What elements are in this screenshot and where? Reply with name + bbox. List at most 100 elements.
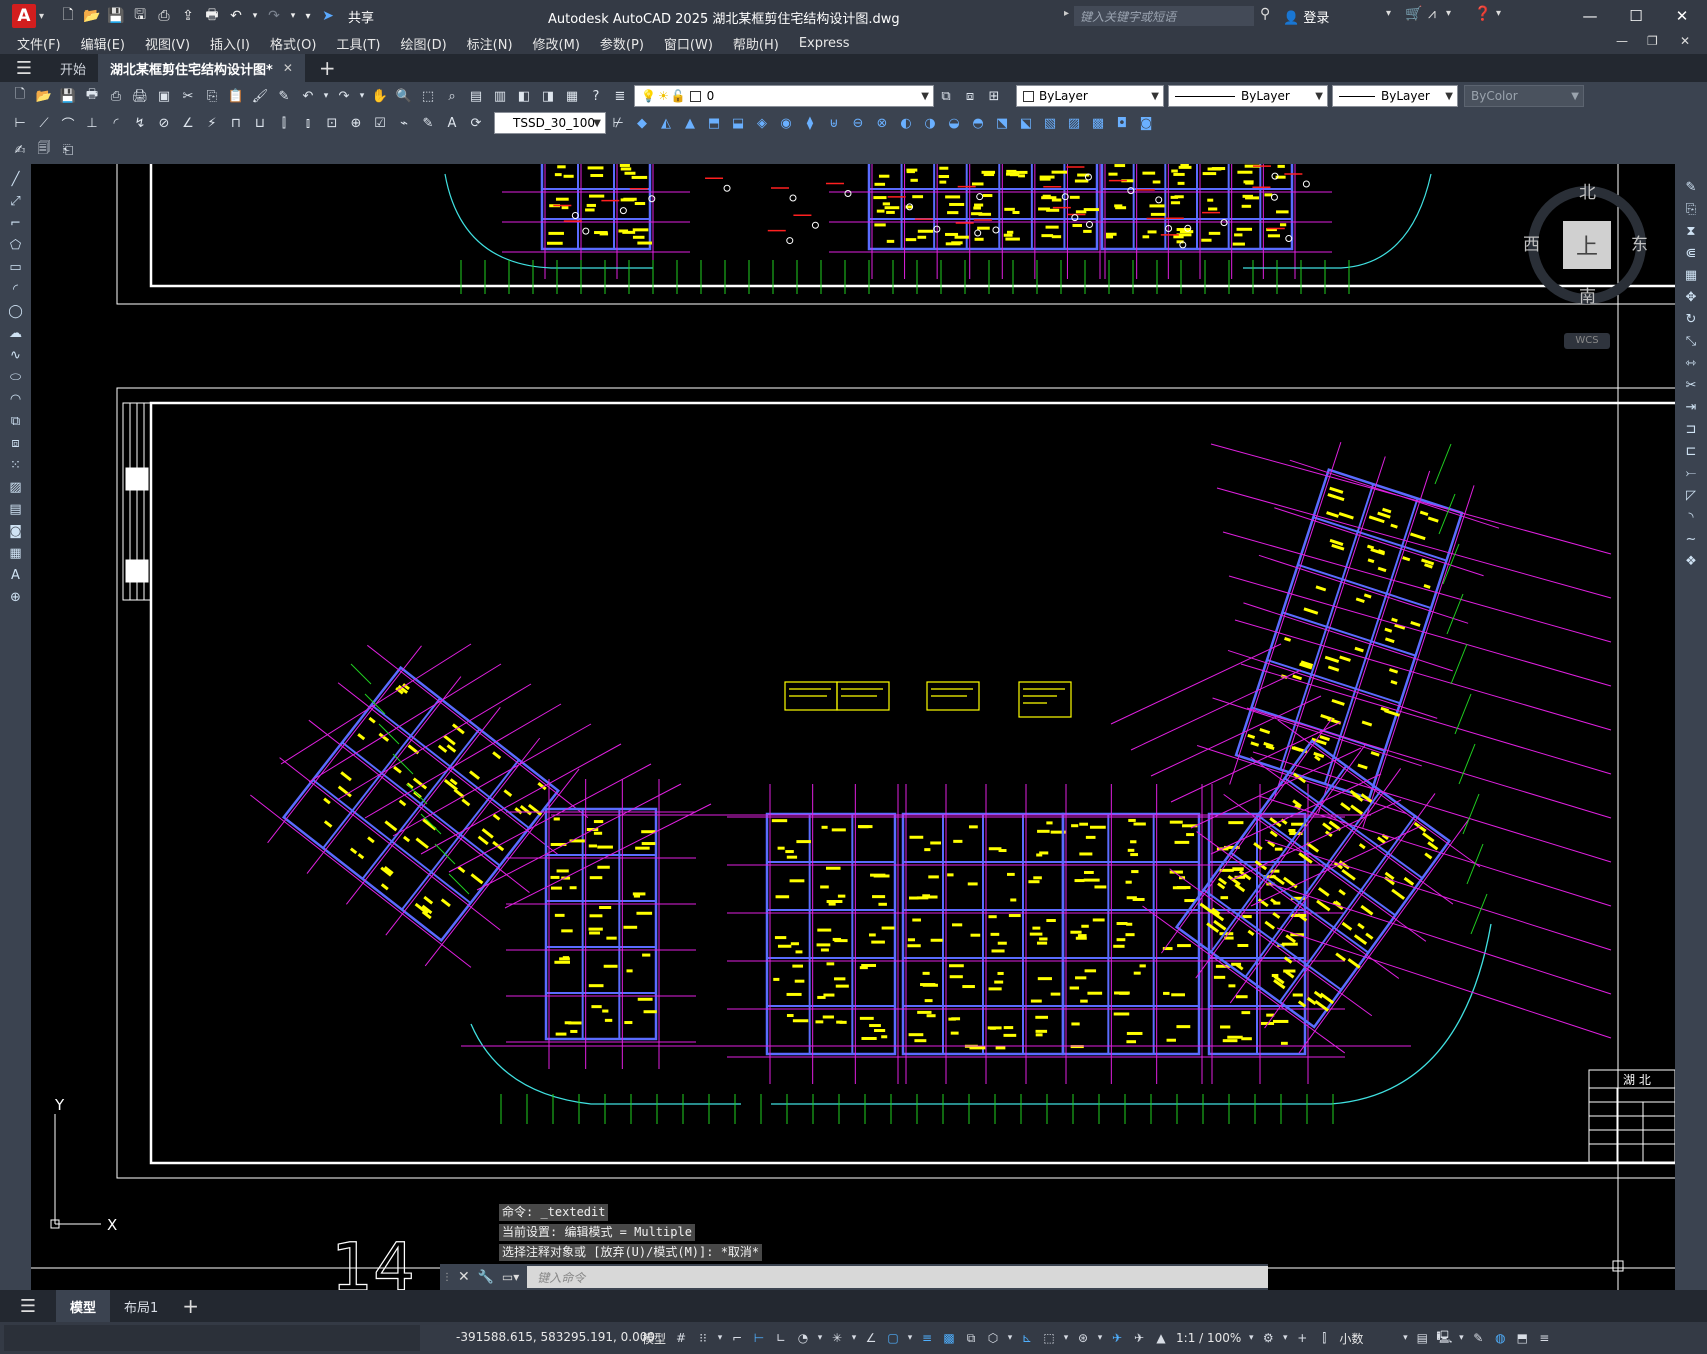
zoom-realtime-icon[interactable]: 🔍	[393, 85, 415, 107]
help-dropdown-icon[interactable]: ▾	[1496, 8, 1501, 19]
diameter-dimension-icon[interactable]: ⊘	[153, 112, 175, 134]
aligned-dimension-icon[interactable]: ⟋	[33, 112, 55, 134]
autocad-app-menu-button[interactable]: A	[12, 4, 36, 28]
thicken-icon[interactable]: ⬔	[991, 112, 1013, 134]
menu-tools[interactable]: 工具(T)	[326, 34, 390, 53]
layer-dropdown[interactable]: 💡 ☀ 🔓 0 ▼	[634, 85, 934, 107]
mirror-icon[interactable]: ⧗	[1680, 220, 1702, 242]
annotation-monitor-icon[interactable]: +	[1291, 1327, 1313, 1349]
recent-commands-icon[interactable]: ▭▾	[502, 1270, 519, 1284]
surface-blend-icon[interactable]: ◘	[1111, 112, 1133, 134]
polyline-icon[interactable]: ⌐	[5, 212, 27, 234]
extend-icon[interactable]: ⇥	[1680, 396, 1702, 418]
arc-length-icon[interactable]: ⌒	[57, 112, 79, 134]
gizmo-icon[interactable]: ⊛	[1072, 1327, 1094, 1349]
command-line-grip[interactable]: ⋮	[442, 1272, 452, 1283]
erase-icon[interactable]: ✎	[1680, 176, 1702, 198]
rotate-icon[interactable]: ↻	[1680, 308, 1702, 330]
cart-icon[interactable]: 🛒	[1405, 6, 1422, 22]
workspace-gear-icon[interactable]: ⚙	[1257, 1327, 1279, 1349]
center-mark-icon[interactable]: ⊕	[345, 112, 367, 134]
web-save-icon[interactable]: ⎙	[154, 6, 174, 26]
add-selected-icon[interactable]: ⊕	[5, 586, 27, 608]
new-icon[interactable]: 🗋	[9, 85, 31, 107]
selection-cycling-icon[interactable]: ⧉	[960, 1327, 982, 1349]
viewcube-top-face[interactable]: 上	[1563, 221, 1611, 269]
login-dropdown-icon[interactable]: ▾	[1386, 8, 1391, 19]
color-dropdown[interactable]: ByLayer ▼	[1016, 85, 1164, 107]
auto-scale-icon[interactable]: ✈	[1128, 1327, 1150, 1349]
break-icon[interactable]: ⊏	[1680, 440, 1702, 462]
new-tab-icon[interactable]: +	[319, 56, 336, 80]
viewcube-west[interactable]: 西	[1523, 230, 1540, 255]
copy-icon[interactable]: ⎘	[201, 85, 223, 107]
ellipse-icon[interactable]: ⬭	[5, 366, 27, 388]
open-icon[interactable]: 📂	[33, 85, 55, 107]
check-icon[interactable]: ▩	[1087, 112, 1109, 134]
calculator-icon[interactable]: ▦	[561, 85, 583, 107]
dynamic-ucs-icon[interactable]: ⊾	[1016, 1327, 1038, 1349]
customize-qat-icon[interactable]: ▾	[302, 6, 314, 26]
tab-close-icon[interactable]: ✕	[283, 61, 293, 75]
copy-object-icon[interactable]: ⎘	[1680, 198, 1702, 220]
drawing-canvas[interactable]: 湖 北 Y X 14 上 北 南 东 西 WCS	[31, 164, 1675, 1290]
rectangle-icon[interactable]: ▭	[5, 256, 27, 278]
redo-dropdown-icon[interactable]: ▾	[357, 85, 367, 107]
export-pdf-icon[interactable]: ⇪	[178, 6, 198, 26]
menu-insert[interactable]: 插入(I)	[200, 34, 260, 53]
menu-parametric[interactable]: 参数(P)	[590, 34, 654, 53]
save-as-icon[interactable]: 🖫	[130, 6, 150, 26]
blend-curves-icon[interactable]: ∼	[1680, 528, 1702, 550]
region-icon[interactable]: ◙	[5, 520, 27, 542]
extrude-icon[interactable]: ⬒	[703, 112, 725, 134]
dimension-update-icon[interactable]: ⟳	[465, 112, 487, 134]
radius-dimension-icon[interactable]: ◜	[105, 112, 127, 134]
spline-icon[interactable]: ∿	[5, 344, 27, 366]
tab-layout1[interactable]: 布局1	[110, 1290, 172, 1322]
share-icon[interactable]: ➤	[318, 6, 338, 26]
tool-palettes-icon[interactable]: ◧	[513, 85, 535, 107]
break-at-point-icon[interactable]: ⊐	[1680, 418, 1702, 440]
doc-minimize-icon[interactable]: —	[1616, 34, 1628, 48]
stretch-icon[interactable]: ⇿	[1680, 352, 1702, 374]
scale-dropdown-icon[interactable]: ▾	[1245, 1327, 1257, 1349]
dimension-style-icon[interactable]: ⊬	[607, 112, 629, 134]
pan-icon[interactable]: ✋	[369, 85, 391, 107]
viewcube-east[interactable]: 东	[1631, 230, 1648, 255]
login-button[interactable]: 👤 登录	[1283, 7, 1329, 26]
viewcube[interactable]: 上 北 南 东 西	[1523, 183, 1648, 307]
circle-icon[interactable]: ◯	[5, 300, 27, 322]
paste-icon[interactable]: 📋	[225, 85, 247, 107]
snap-icon[interactable]: ⁝⁝	[692, 1327, 714, 1349]
zoom-window-icon[interactable]: ⬚	[417, 85, 439, 107]
isolate-objects-icon[interactable]: ✎	[1467, 1327, 1489, 1349]
help-icon[interactable]: ?	[585, 85, 607, 107]
undo-icon[interactable]: ↶	[297, 85, 319, 107]
cut-icon[interactable]: ✂	[177, 85, 199, 107]
design-center-icon[interactable]: ▥	[489, 85, 511, 107]
cad-drawing[interactable]: 湖 北 Y X 14	[31, 164, 1675, 1290]
selection-filter-icon[interactable]: ⬚	[1038, 1327, 1060, 1349]
baseline-dimension-icon[interactable]: ⊓	[225, 112, 247, 134]
tab-drawing[interactable]: 湖北某框剪住宅结构设计图* ✕	[98, 54, 305, 82]
command-input[interactable]: 键入命令	[527, 1266, 1268, 1288]
save-icon[interactable]: 💾	[106, 6, 126, 26]
model-space-toggle[interactable]: 模型	[638, 1330, 670, 1347]
3d-print-icon[interactable]: ▣	[153, 85, 175, 107]
menu-modify[interactable]: 修改(M)	[523, 34, 590, 53]
help-icon[interactable]: ❓	[1474, 6, 1491, 22]
customize-command-icon[interactable]: 🔧	[478, 1270, 494, 1285]
redo-dropdown-icon[interactable]: ▾	[288, 6, 298, 26]
undo-dropdown-icon[interactable]: ▾	[321, 85, 331, 107]
arc-icon[interactable]: ◜	[5, 278, 27, 300]
redo-icon[interactable]: ↷	[264, 6, 284, 26]
plot-icon[interactable]: 🖶	[202, 6, 222, 26]
tolerance-icon[interactable]: ⊡	[321, 112, 343, 134]
annotation-visibility-icon[interactable]: ✈	[1106, 1327, 1128, 1349]
plot-preview-icon[interactable]: ⎙	[105, 85, 127, 107]
quick-dimension-icon[interactable]: ⚡	[201, 112, 223, 134]
customization-icon[interactable]: ≡	[1533, 1327, 1555, 1349]
menu-express[interactable]: Express	[789, 36, 860, 51]
lock-ui-icon[interactable]: 🖳	[1433, 1327, 1455, 1349]
line-icon[interactable]: ╱	[5, 168, 27, 190]
